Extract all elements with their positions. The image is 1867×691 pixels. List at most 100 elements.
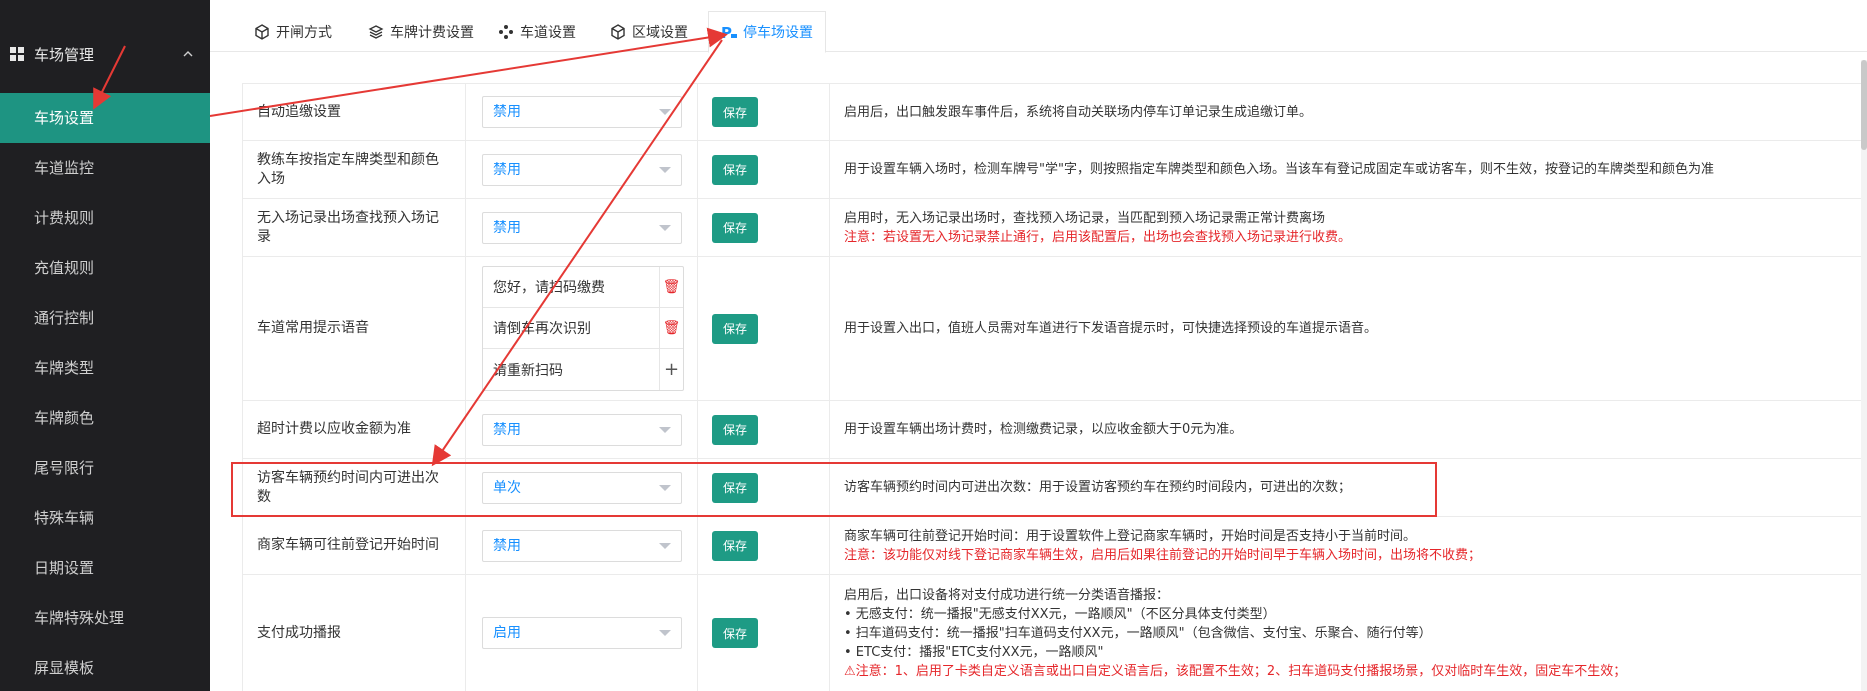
sidebar-menu: 车场设置 车道监控 计费规则 充值规则 通行控制 车牌类型 车牌颜色 尾号限行 … [0,93,210,691]
setting-description: 启用时，无入场记录出场时，查找预入场记录，当匹配到预入场记录需正常计费离场注意：… [830,199,1867,256]
voice-prompt-item[interactable]: 请重新扫码 + [483,349,683,390]
tab-label: 开闸方式 [276,25,332,41]
save-button[interactable]: 保存 [712,212,758,243]
sidebar-item-billing-rules[interactable]: 计费规则 [0,193,210,243]
setting-value-cell: 禁用 [466,199,698,256]
layers-icon [368,24,384,40]
sidebar: 车场管理 车场设置 车道监控 计费规则 充值规则 通行控制 车牌类型 车牌颜色 … [0,0,210,691]
save-cell: 保存 [698,141,830,198]
setting-description: 用于设置入出口，值班人员需对车道进行下发语音提示时，可快捷选择预设的车道提示语音… [830,257,1867,400]
description-line: 访客车辆预约时间内可进出次数：用于设置访客预约车在预约时间段内，可进出的次数； [844,480,1352,495]
setting-name: 商家车辆可往前登记开始时间 [242,517,466,574]
setting-name: 无入场记录出场查找预入场记录 [242,199,466,256]
description-line: • ETC支付：播报"ETC支付XX元，一路顺风" [844,644,1104,660]
setting-select[interactable]: 禁用 [482,96,682,128]
voice-prompt-item[interactable]: 您好，请扫码缴费 🗑 [483,267,683,308]
select-value: 启用 [493,625,521,641]
table-row: 支付成功播报 启用 保存 启用后，出口设备将对支付成功进行统一分类语音播报： •… [242,575,1867,691]
sidebar-group-label: 车场管理 [34,45,95,64]
description-line: 用于设置车辆入场时，检测车牌号"学"字，则按照指定车牌类型和颜色入场。当该车有登… [844,162,1714,177]
warning-line: ⚠注意：1、启用了卡类自定义语言或出口自定义语言后，该配置不生效；2、扫车道码支… [844,662,1626,681]
tab-parking-lot-settings[interactable]: P 停车场设置 [708,11,826,53]
sidebar-item-special-vehicles[interactable]: 特殊车辆 [0,493,210,543]
scrollbar-thumb[interactable] [1861,60,1867,150]
save-cell: 保存 [698,257,830,400]
voice-prompt-text: 请倒车再次识别 [493,321,591,337]
chevron-up-icon[interactable] [182,48,194,60]
setting-name: 自动追缴设置 [242,84,466,140]
save-cell: 保存 [698,459,830,516]
setting-select[interactable]: 禁用 [482,529,682,562]
table-row: 教练车按指定车牌类型和颜色入场 禁用 保存 用于设置车辆入场时，检测车牌号"学"… [242,141,1867,199]
table-row: 商家车辆可往前登记开始时间 禁用 保存 商家车辆可往前登记开始时间：用于设置软件… [242,517,1867,575]
setting-description: 访客车辆预约时间内可进出次数：用于设置访客预约车在预约时间段内，可进出的次数； [830,459,1867,516]
save-button[interactable]: 保存 [712,313,758,344]
save-button[interactable]: 保存 [712,530,758,561]
svg-text:P: P [721,24,732,40]
tab-label: 车牌计费设置 [390,25,474,41]
sidebar-item-lane-monitor[interactable]: 车道监控 [0,143,210,193]
setting-description: 启用后，出口触发跟车事件后，系统将自动关联场内停车订单记录生成追缴订单。 [830,84,1867,140]
sidebar-item-access-control[interactable]: 通行控制 [0,293,210,343]
plus-icon[interactable]: + [659,349,683,390]
setting-select[interactable]: 单次 [482,471,682,504]
setting-value-cell: 禁用 [466,84,698,140]
settings-tabs: 开闸方式 车牌计费设置 车道设置 区域设置 P 停车场设置 [210,8,1867,53]
setting-select[interactable]: 禁用 [482,211,682,244]
setting-value-cell: 单次 [466,459,698,516]
save-cell: 保存 [698,84,830,140]
setting-name: 支付成功播报 [242,575,466,691]
setting-value-cell: 启用 [466,575,698,691]
chevron-down-icon [659,224,671,231]
chevron-down-icon [659,630,671,636]
save-button[interactable]: 保存 [712,472,758,503]
chevron-down-icon [659,426,671,433]
tab-label: 车道设置 [520,25,576,41]
sidebar-group-parking-management[interactable]: 车场管理 [0,36,210,72]
trash-icon[interactable]: 🗑 [659,267,683,307]
description-line: • 扫车道码支付：统一播报"扫车道码支付XX元，一路顺风"（包含微信、支付宝、乐… [844,625,1432,641]
setting-value-cell: 您好，请扫码缴费 🗑 请倒车再次识别 🗑 请重新扫码 + [466,257,698,400]
tab-plate-billing[interactable]: 车牌计费设置 [368,12,474,52]
sidebar-item-date-settings[interactable]: 日期设置 [0,543,210,593]
sidebar-item-display-templates[interactable]: 屏显模板 [0,643,210,691]
description-line: • 无感支付：统一播报"无感支付XX元，一路顺风"（不区分具体支付类型） [844,606,1276,622]
description-line: 用于设置车辆出场计费时，检测缴费记录，以应收金额大于0元为准。 [844,422,1243,437]
save-button[interactable]: 保存 [712,414,758,445]
tab-gate-opening[interactable]: 开闸方式 [254,12,332,52]
setting-description: 商家车辆可往前登记开始时间：用于设置软件上登记商家车辆时，开始时间是否支持小于当… [830,517,1867,574]
voice-prompt-text: 您好，请扫码缴费 [493,280,605,296]
tab-area-settings[interactable]: 区域设置 [610,12,688,52]
setting-value-cell: 禁用 [466,517,698,574]
save-button[interactable]: 保存 [712,618,758,648]
sidebar-item-plate-types[interactable]: 车牌类型 [0,343,210,393]
setting-select[interactable]: 禁用 [482,413,682,446]
save-button[interactable]: 保存 [712,97,758,127]
setting-select[interactable]: 禁用 [482,153,682,186]
sidebar-item-tail-number-restriction[interactable]: 尾号限行 [0,443,210,493]
setting-name: 教练车按指定车牌类型和颜色入场 [242,141,466,198]
sidebar-item-recharge-rules[interactable]: 充值规则 [0,243,210,293]
tab-lane-settings[interactable]: 车道设置 [498,12,576,52]
settings-table: 自动追缴设置 禁用 保存 启用后，出口触发跟车事件后，系统将自动关联场内停车订单… [242,83,1867,691]
setting-value-cell: 禁用 [466,141,698,198]
vertical-scrollbar[interactable] [1861,60,1867,691]
save-button[interactable]: 保存 [712,154,758,185]
sidebar-item-parking-settings[interactable]: 车场设置 [0,93,210,143]
description-line: 启用时，无入场记录出场时，查找预入场记录，当匹配到预入场记录需正常计费离场 [844,210,1326,226]
voice-prompt-list: 您好，请扫码缴费 🗑 请倒车再次识别 🗑 请重新扫码 + [482,266,684,391]
description-line: 用于设置入出口，值班人员需对车道进行下发语音提示时，可快捷选择预设的车道提示语音… [844,321,1378,336]
setting-value-cell: 禁用 [466,401,698,458]
table-row: 车道常用提示语音 您好，请扫码缴费 🗑 请倒车再次识别 🗑 请重新扫码 + 保存 用于… [242,257,1867,401]
select-value: 禁用 [493,161,521,178]
sidebar-item-plate-special-handling[interactable]: 车牌特殊处理 [0,593,210,643]
sidebar-item-plate-colors[interactable]: 车牌颜色 [0,393,210,443]
description-line: 商家车辆可往前登记开始时间：用于设置软件上登记商家车辆时，开始时间是否支持小于当… [844,528,1417,544]
warning-line: 注意：若设置无入场记录禁止通行，启用该配置后，出场也会查找预入场记录进行收费。 [844,229,1352,245]
trash-icon[interactable]: 🗑 [659,308,683,348]
setting-select[interactable]: 启用 [482,617,682,649]
warning-line: 注意：该功能仅对线下登记商家车辆生效，启用后如果往前登记的开始时间早于车辆入场时… [844,547,1482,563]
table-row: 自动追缴设置 禁用 保存 启用后，出口触发跟车事件后，系统将自动关联场内停车订单… [242,84,1867,141]
table-row: 访客车辆预约时间内可进出次数 单次 保存 访客车辆预约时间内可进出次数：用于设置… [242,459,1867,517]
voice-prompt-item[interactable]: 请倒车再次识别 🗑 [483,308,683,349]
